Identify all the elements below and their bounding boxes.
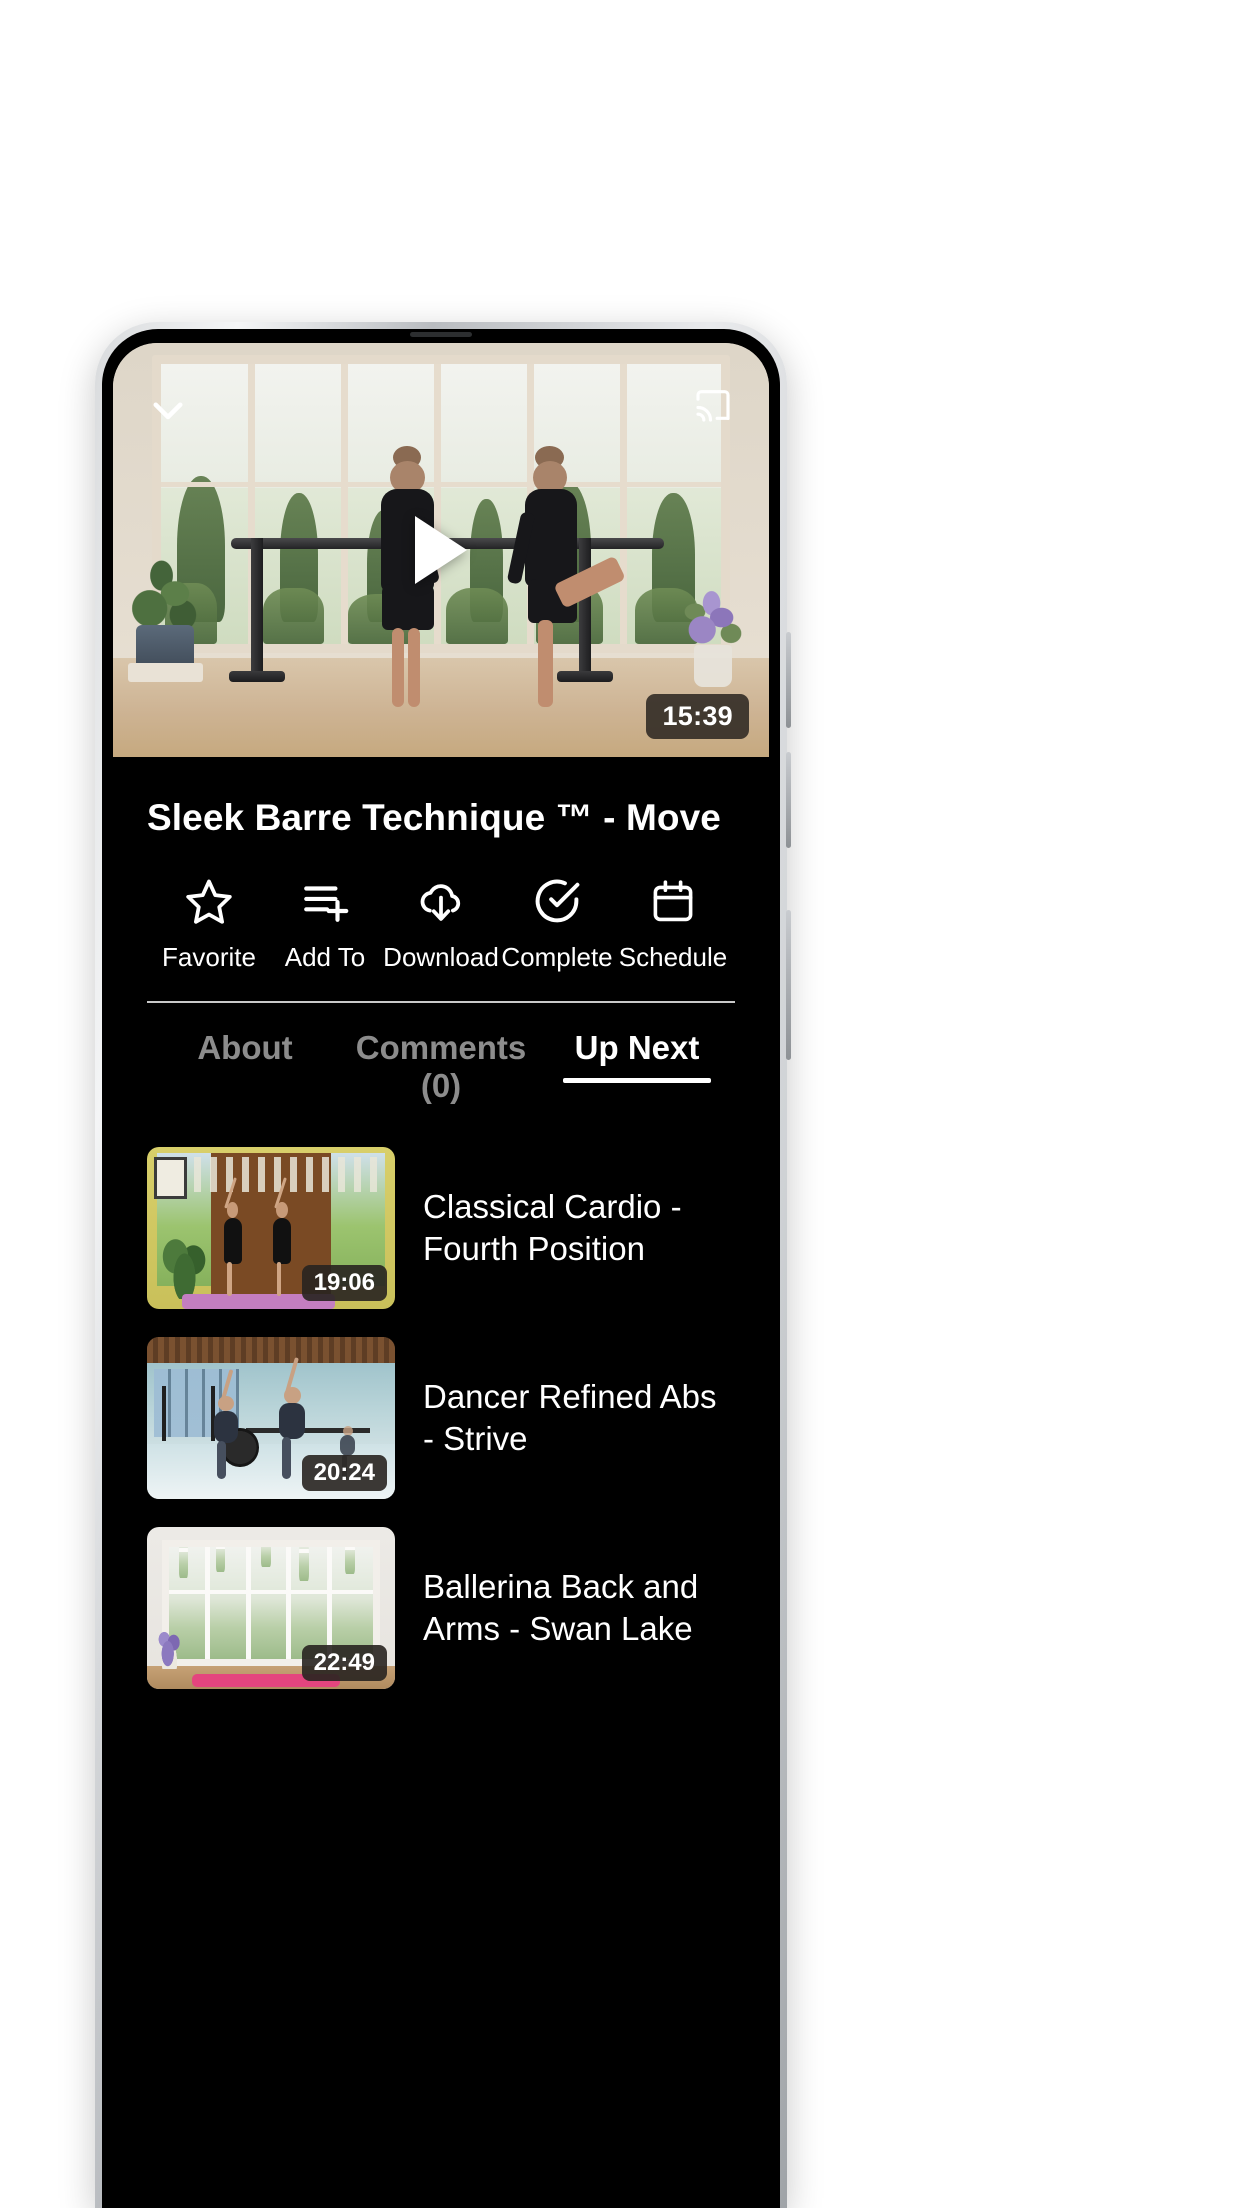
device-button-volume-up[interactable] — [786, 632, 791, 728]
cast-icon — [696, 390, 730, 422]
check-circle-icon — [532, 874, 582, 928]
potted-plant — [126, 550, 205, 683]
complete-label: Complete — [501, 941, 613, 972]
tab-up-next[interactable]: Up Next — [539, 1029, 735, 1083]
tab-comments[interactable]: Comments (0) — [343, 1029, 539, 1121]
device-button-power[interactable] — [786, 910, 791, 1060]
thumbnail-duration-badge: 19:06 — [301, 1264, 387, 1301]
thumbnail-duration-badge: 22:49 — [301, 1644, 387, 1681]
add-to-label: Add To — [284, 941, 366, 972]
add-to-button[interactable]: Add To — [267, 874, 383, 973]
video-details-panel: Sleek Barre Technique ™ - Move Favorite — [113, 757, 769, 1689]
chevron-down-icon — [153, 402, 183, 420]
list-item[interactable]: 19:06 Classical Cardio - Fourth Position — [147, 1146, 735, 1309]
content-tabs: About Comments (0) Up Next — [147, 1003, 735, 1121]
video-duration-badge: 15:39 — [646, 694, 749, 739]
phone-bezel: 15:39 Sleek Barre Technique ™ - Move Fav… — [102, 329, 780, 2208]
flower-vase — [677, 583, 750, 687]
schedule-label: Schedule — [618, 941, 728, 972]
collapse-player-button[interactable] — [147, 389, 189, 431]
complete-button[interactable]: Complete — [499, 874, 615, 973]
video-title: Sleek Barre Technique ™ - Move — [147, 797, 721, 838]
video-thumbnail: 22:49 — [147, 1526, 395, 1689]
tab-about[interactable]: About — [147, 1029, 343, 1083]
star-icon — [184, 874, 234, 928]
list-item-title: Classical Cardio - Fourth Position — [423, 1188, 682, 1267]
up-next-list: 19:06 Classical Cardio - Fourth Position — [147, 1121, 735, 1689]
action-bar: Favorite Add To Download Complete Schedu… — [147, 840, 735, 973]
tab-up-next-label: Up Next — [574, 1028, 700, 1066]
list-item-title: Ballerina Back and Arms - Swan Lake — [423, 1568, 699, 1647]
video-thumbnail: 20:24 — [147, 1336, 395, 1499]
list-item[interactable]: 20:24 Dancer Refined Abs - Strive — [147, 1336, 735, 1499]
list-item-title: Dancer Refined Abs - Strive — [423, 1378, 717, 1457]
device-button-volume-down[interactable] — [786, 752, 791, 848]
tab-comments-label: Comments (0) — [355, 1028, 527, 1104]
favorite-button[interactable]: Favorite — [151, 874, 267, 973]
tab-about-label: About — [197, 1028, 293, 1066]
phone-screen: 15:39 Sleek Barre Technique ™ - Move Fav… — [113, 343, 769, 2208]
video-player[interactable]: 15:39 — [113, 343, 769, 757]
calendar-icon — [649, 874, 697, 928]
cast-button[interactable] — [689, 385, 737, 425]
schedule-button[interactable]: Schedule — [615, 874, 731, 973]
playlist-add-icon — [300, 874, 350, 928]
play-button[interactable] — [415, 516, 467, 584]
download-label: Download — [383, 941, 499, 972]
thumbnail-duration-badge: 20:24 — [301, 1454, 387, 1491]
screenshot-canvas: 15:39 Sleek Barre Technique ™ - Move Fav… — [0, 0, 1242, 2208]
cloud-download-icon — [416, 874, 466, 928]
list-item[interactable]: 22:49 Ballerina Back and Arms - Swan Lak… — [147, 1526, 735, 1689]
video-thumbnail: 19:06 — [147, 1146, 395, 1309]
download-button[interactable]: Download — [383, 874, 499, 973]
dancer-figure — [507, 445, 638, 708]
phone-device-frame: 15:39 Sleek Barre Technique ™ - Move Fav… — [95, 322, 791, 2208]
favorite-label: Favorite — [162, 941, 256, 972]
earpiece-speaker — [410, 332, 472, 337]
